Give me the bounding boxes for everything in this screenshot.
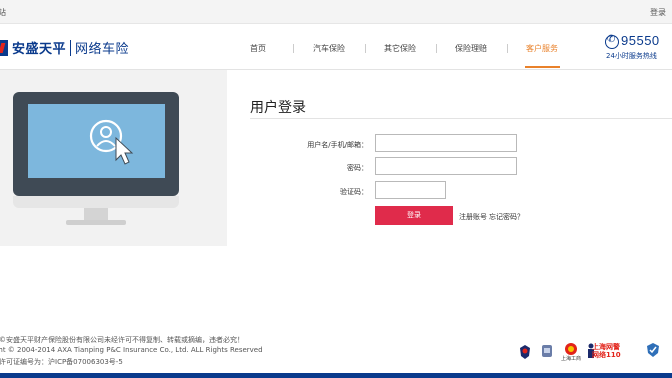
login-button[interactable]: 登录	[375, 206, 453, 225]
monitor-chin	[13, 196, 179, 208]
site-header: 安盛天平 网络车险 首页 汽车保险 其它保险 保险理赔 客户服务 95550 2…	[0, 24, 672, 70]
login-illustration	[0, 70, 227, 246]
cyber-police-badge[interactable]: 上海网警 网络110	[592, 343, 621, 359]
main-nav: 首页 汽车保险 其它保险 保险理赔 客户服务	[0, 24, 600, 70]
nav-item-home[interactable]: 首页	[250, 43, 266, 54]
nav-item-claims[interactable]: 保险理赔	[455, 43, 487, 54]
register-link[interactable]: 注册账号	[459, 212, 487, 222]
nav-divider	[436, 44, 437, 53]
nav-divider	[293, 44, 294, 53]
nav-active-indicator	[525, 66, 560, 68]
hotline-number: 95550	[621, 33, 660, 48]
footer-copyright-cn: 有©安盛天平财产保险股份有限公司未经许可不得复制、转载或摘编，违者必究！	[0, 336, 244, 344]
cyber-police-title: 上海网警	[592, 343, 620, 351]
nav-item-auto-insurance[interactable]: 汽车保险	[313, 43, 345, 54]
nav-item-customer-service[interactable]: 客户服务	[526, 43, 558, 54]
footer-bottom-bar	[0, 373, 672, 378]
nav-item-other-insurance[interactable]: 其它保险	[384, 43, 416, 54]
commerce-emblem-icon	[565, 343, 577, 355]
captcha-label: 验证码：	[340, 188, 368, 196]
footer-copyright-en: ight © 2004-2014 AXA Tianping P&C Insura…	[0, 346, 263, 354]
topbar-login-link[interactable]: 登录	[650, 7, 666, 18]
monitor-icon	[13, 92, 179, 196]
footer-icp-license: 营许可证编号为：沪ICP备07006303号-5	[0, 358, 123, 366]
username-label: 用户名/手机/邮箱：	[307, 141, 368, 149]
monitor-base	[66, 220, 126, 225]
nav-divider	[365, 44, 366, 53]
top-bar: 站 登录	[0, 0, 672, 24]
username-field[interactable]	[375, 134, 517, 152]
user-avatar-icon	[89, 119, 134, 165]
security-badge-icon[interactable]	[541, 344, 553, 358]
shield-icon[interactable]	[646, 342, 660, 358]
cyber-police-sub: 网络110	[592, 351, 621, 359]
nav-divider	[507, 44, 508, 53]
page-title: 用户登录	[250, 100, 306, 116]
password-label: 密码：	[347, 164, 368, 172]
commerce-badge[interactable]: 上海工商	[561, 342, 582, 364]
forgot-password-link[interactable]: 忘记密码？	[489, 212, 524, 222]
police-emblem-icon[interactable]	[518, 344, 532, 360]
monitor-neck	[84, 208, 108, 220]
captcha-field[interactable]	[375, 181, 446, 199]
title-divider	[250, 118, 672, 119]
hotline-label: 24小时服务热线	[606, 52, 657, 60]
commerce-badge-label: 上海工商	[561, 356, 582, 362]
password-field[interactable]	[375, 157, 517, 175]
monitor-screen	[28, 104, 165, 178]
phone-icon	[605, 34, 619, 49]
topbar-left-text: 站	[0, 8, 6, 17]
